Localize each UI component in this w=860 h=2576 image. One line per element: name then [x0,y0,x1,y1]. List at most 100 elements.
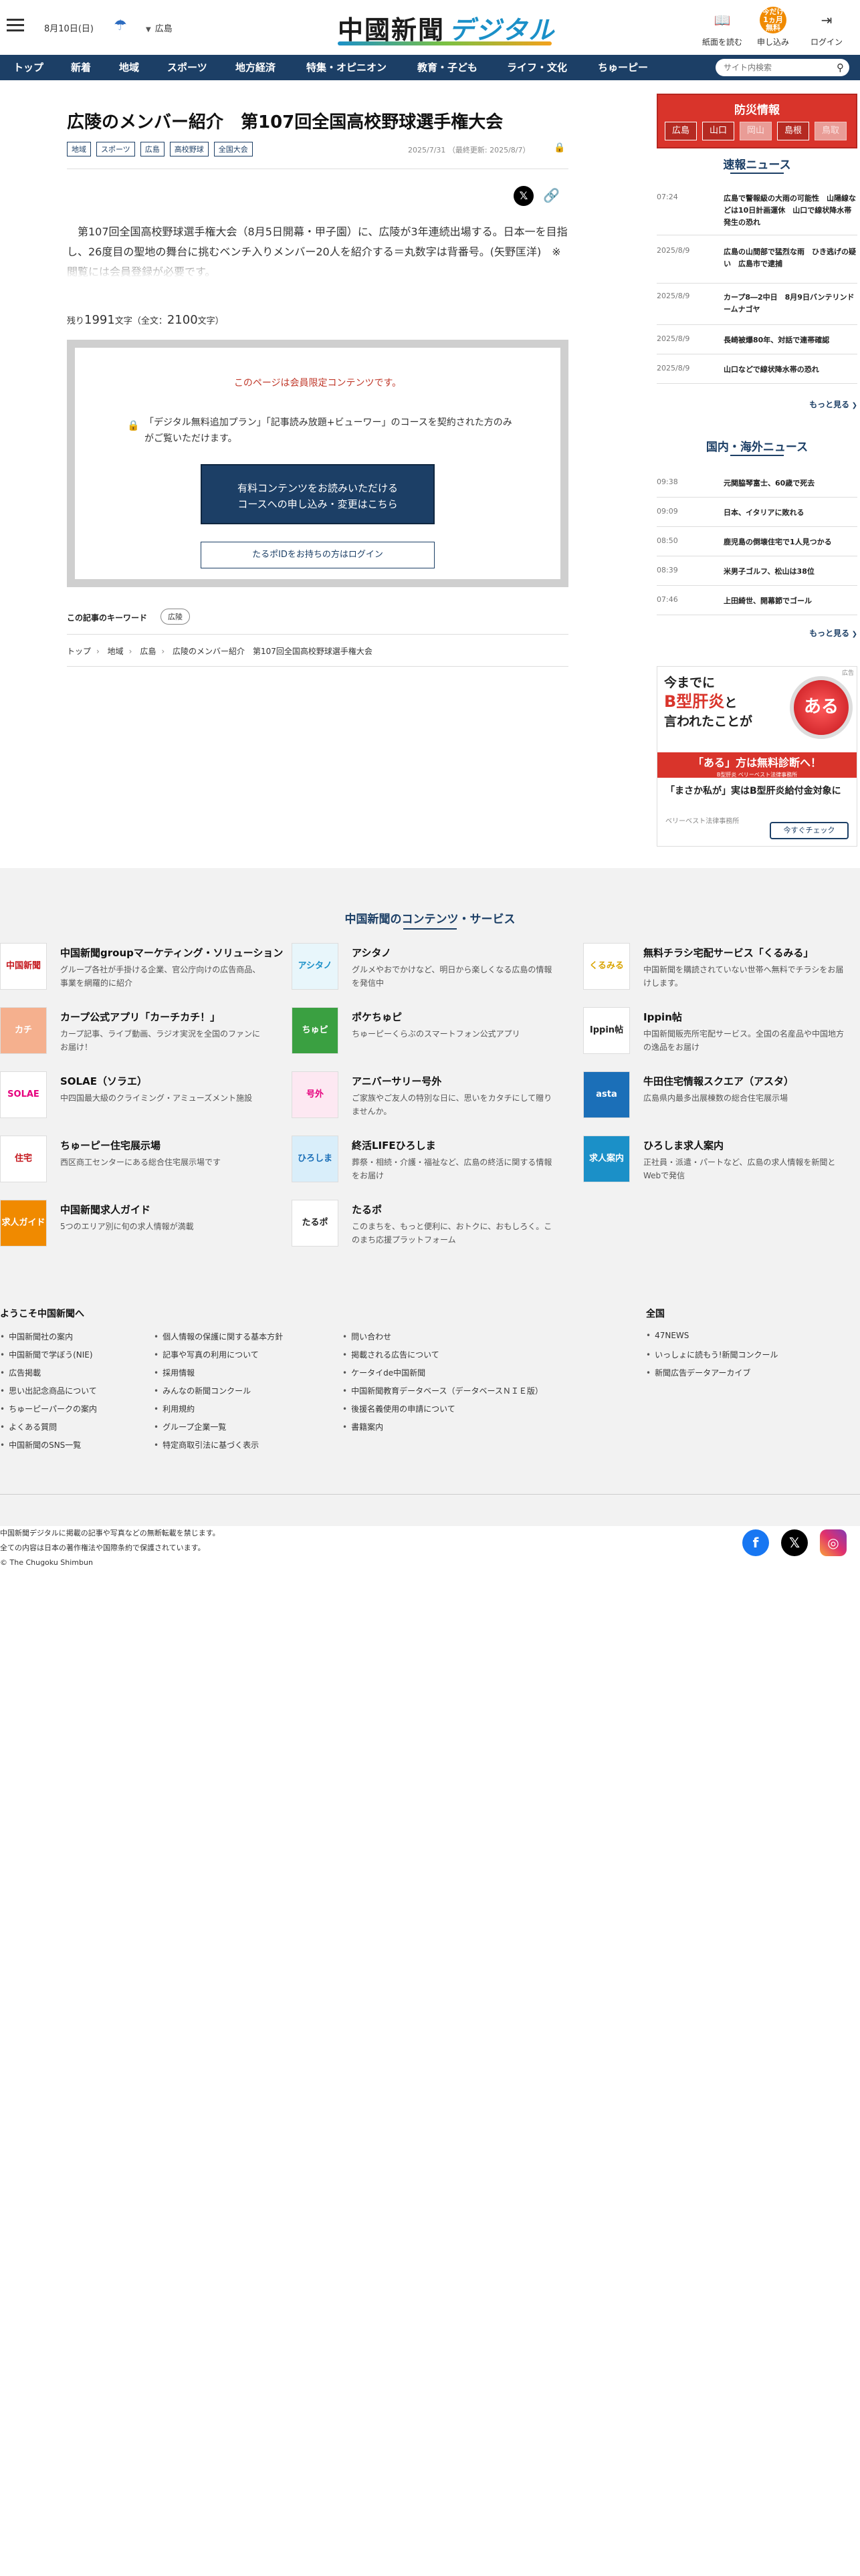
service-name: たるポ [352,1204,383,1216]
subscribe-button[interactable]: 今だけ1ヵ月無料 申し込み [746,7,800,47]
x-share-icon[interactable]: 𝕏 [514,186,534,206]
nav-item-economy[interactable]: 地方経済 [235,55,276,80]
national-more-link[interactable]: もっと見る [809,627,857,639]
link-copy-icon[interactable]: 🔗 [543,187,560,203]
read-paper-button[interactable]: 📖 紙面を読む [695,7,749,47]
subscribe-cta-button[interactable]: 有料コンテンツをお読みいただける コースへの申し込み・変更はこちら [201,464,435,524]
service-item[interactable]: くるみる 無料チラシ宅配サービス「くるみる」 中国新聞を購読されていない世帯へ無料で… [583,943,844,1003]
footer-link[interactable]: 採用情報 [154,1367,195,1378]
breaking-more-link[interactable]: もっと見る [809,399,857,410]
breadcrumb-item[interactable]: トップ [67,647,91,656]
instagram-icon[interactable]: ◎ [820,1529,847,1556]
service-item[interactable]: SOLAE SOLAE（ソラエ） 中四国最大級のクライミング・アミューズメント施設 [0,1071,261,1132]
service-item[interactable]: たるポ たるポ このまちを、もっと便利に、おトクに、おもしろく。このまち応援プラット… [292,1200,552,1260]
breaking-news-item[interactable]: 2025/8/9 山口などで線状降水帯の恐れ [657,364,857,384]
nav-item-new[interactable]: 新着 [71,55,91,80]
footer-link[interactable]: 47NEWS [646,1331,689,1340]
tarupo-login-button[interactable]: たるポIDをお持ちの方はログイン [201,542,435,568]
breadcrumb-item[interactable]: 広島 [140,647,156,656]
tag-region[interactable]: 地域 [67,142,91,156]
footer-link[interactable]: 個人情報の保護に関する基本方針 [154,1331,283,1342]
service-item[interactable]: 住宅 ちゅーピー住宅展示場 西区商工センターにある総合住宅展示場です [0,1136,261,1196]
nav-item-region[interactable]: 地域 [119,55,139,80]
national-news-item[interactable]: 07:46 上田綺世、開幕節でゴール [657,595,857,615]
service-item[interactable]: 求人ガイド 中国新聞求人ガイド 5つのエリア別に旬の求人情報が満載 [0,1200,261,1260]
pref-shimane[interactable]: 島根 [777,122,809,140]
title-underline [730,173,784,174]
site-logo[interactable]: 中國新聞 デジタル [338,9,555,46]
nav-item-sports[interactable]: スポーツ [167,55,207,80]
national-news-item[interactable]: 08:50 鹿児島の倒壊住宅で1人見つかる [657,536,857,556]
service-logo-icon: くるみる [583,943,630,990]
pref-hiroshima[interactable]: 広島 [665,122,697,140]
footer-link[interactable]: グループ企業一覧 [154,1421,226,1432]
footer-link[interactable]: 後援名義使用の申請について [342,1403,455,1414]
menu-icon[interactable] [7,19,24,32]
footer-link[interactable]: 記事や写真の利用について [154,1349,259,1360]
footer-link[interactable]: 書籍案内 [342,1421,383,1432]
search-icon[interactable]: ⚲ [837,62,844,74]
footer-link[interactable]: 中国新聞で学ぼう(NIE) [0,1349,92,1360]
service-item[interactable]: アシタノ アシタノ グルメやおでかけなど、明日から楽しくなる広島の情報を発信中 [292,943,552,1003]
footer-link[interactable]: ちゅーピーパークの案内 [0,1403,97,1414]
keyword-tag[interactable]: 広陵 [160,609,190,625]
site-header: 8月10日(日) ☂ 広島 中國新聞デジタル 📖 紙面を読む 今だけ1ヵ月無料 … [0,0,860,55]
pref-yamaguchi[interactable]: 山口 [702,122,734,140]
footer-link[interactable]: 新聞広告データアーカイブ [646,1367,750,1378]
breadcrumb-current: 広陵のメンバー紹介 第107回全国高校野球選手権大会 [172,647,372,656]
footer-link[interactable]: 利用規約 [154,1403,195,1414]
tag-national-tournament[interactable]: 全国大会 [213,142,253,156]
nav-item-life[interactable]: ライフ・文化 [507,55,567,80]
footer-link[interactable]: よくある質問 [0,1421,57,1432]
service-logo-icon: カチ [0,1007,47,1054]
nav-item-education[interactable]: 教育・子ども [417,55,477,80]
service-item[interactable]: カチ カープ公式アプリ「カーチカチ！」 カープ記事、ライブ動画、ラジオ実況を全国のフ… [0,1007,261,1067]
login-button[interactable]: ⇥ ログイン [800,7,853,47]
footer-link[interactable]: 特定商取引法に基づく表示 [154,1439,259,1451]
footer-link[interactable]: 中国新聞のSNS一覧 [0,1439,81,1451]
facebook-icon[interactable]: f [742,1529,769,1556]
region-selector[interactable]: 広島 [146,21,173,34]
breaking-news-item[interactable]: 2025/8/9 長崎被爆80年、対話で連帯確認 [657,334,857,354]
footer-link[interactable]: 広告掲載 [0,1367,41,1378]
pref-tottori[interactable]: 鳥取 [815,122,847,140]
ad-aru-button[interactable]: ある [790,676,853,739]
breadcrumb-item[interactable]: 地域 [108,647,124,656]
nav-item-chupy[interactable]: ちゅーピー [598,55,648,80]
service-description: グループ各社が手掛ける企業、官公庁向けの広告商品、事業を網羅的に紹介 [60,965,261,988]
footer-link[interactable]: ケータイde中国新聞 [342,1367,425,1378]
service-item[interactable]: 号外 アニバーサリー号外 ご家族やご友人の特別な日に、思いをカタチにして贈りませんか… [292,1071,552,1132]
service-item[interactable]: 中国新聞 中国新聞groupマーケティング・ソリューション グループ各社が手掛ける企… [0,943,283,1003]
footer-link[interactable]: 掲載される広告について [342,1349,439,1360]
footer-link[interactable]: 中国新聞教育データベース（データベースＮＩＥ版） [342,1385,543,1396]
x-icon[interactable]: 𝕏 [781,1529,808,1556]
service-item[interactable]: ひろしま 終活LIFEひろしま 葬祭・相続・介護・福祉など、広島の終活に関する情報を… [292,1136,552,1196]
footer-link[interactable]: いっしょに読もう!新聞コンクール [646,1349,778,1360]
breaking-news-item[interactable]: 07:24 広島で警報級の大雨の可能性 山陽線などは10日計画運休 山口で線状降… [657,193,857,235]
search-input[interactable] [716,59,823,76]
welcome-title: ようこそ中国新聞へ [0,1309,84,1319]
national-news-item[interactable]: 08:39 米男子ゴルフ、松山は38位 [657,566,857,586]
footer-link[interactable]: 中国新聞社の案内 [0,1331,73,1342]
national-news-item[interactable]: 09:38 元関脇琴富士、60歳で死去 [657,477,857,498]
pref-okayama[interactable]: 岡山 [740,122,772,140]
service-item[interactable]: 求人案内 ひろしま求人案内 正社員・派遣・パートなど、広島の求人情報を新聞とWebで… [583,1136,844,1196]
service-item[interactable]: asta 牛田住宅情報スクエア（アスタ） 広島県内最多出展棟数の総合住宅展示場 [583,1071,844,1132]
national-news-item[interactable]: 09:09 日本、イタリアに敗れる [657,507,857,527]
service-item[interactable]: Ippin帖 Ippin帖 中国新聞販売所宅配サービス。全国の名産品や中国地方の逸品… [583,1007,844,1067]
service-name: 終活LIFEひろしま [352,1140,436,1152]
footer-link[interactable]: 思い出記念商品について [0,1385,97,1396]
footer-link[interactable]: 問い合わせ [342,1331,391,1342]
footer-link[interactable]: みんなの新聞コンクール [154,1385,251,1396]
service-item[interactable]: ちゅピ ポケちゅピ ちゅーピーくらぶのスマートフォン公式アプリ [292,1007,552,1067]
advertisement[interactable]: 広告 今までに B型肝炎と 言われたことが ある 「ある」方は無料診断へ！ B型… [657,666,857,847]
tag-sports[interactable]: スポーツ [96,142,135,156]
nav-item-top[interactable]: トップ [13,55,43,80]
ad-cta-button[interactable]: 今すぐチェック [770,822,849,839]
service-logo-icon: 号外 [292,1071,338,1118]
tag-hiroshima[interactable]: 広島 [140,142,165,156]
breaking-news-item[interactable]: 2025/8/9 広島の山間部で猛烈な雨 ひき逃げの疑い 広島市で逮捕 [657,246,857,284]
tag-high-school-baseball[interactable]: 高校野球 [169,142,209,156]
nav-item-opinion[interactable]: 特集・オピニオン [306,55,387,80]
breaking-news-item[interactable]: 2025/8/9 カープ8―2中日 8月9日バンテリンドームナゴヤ [657,292,857,325]
